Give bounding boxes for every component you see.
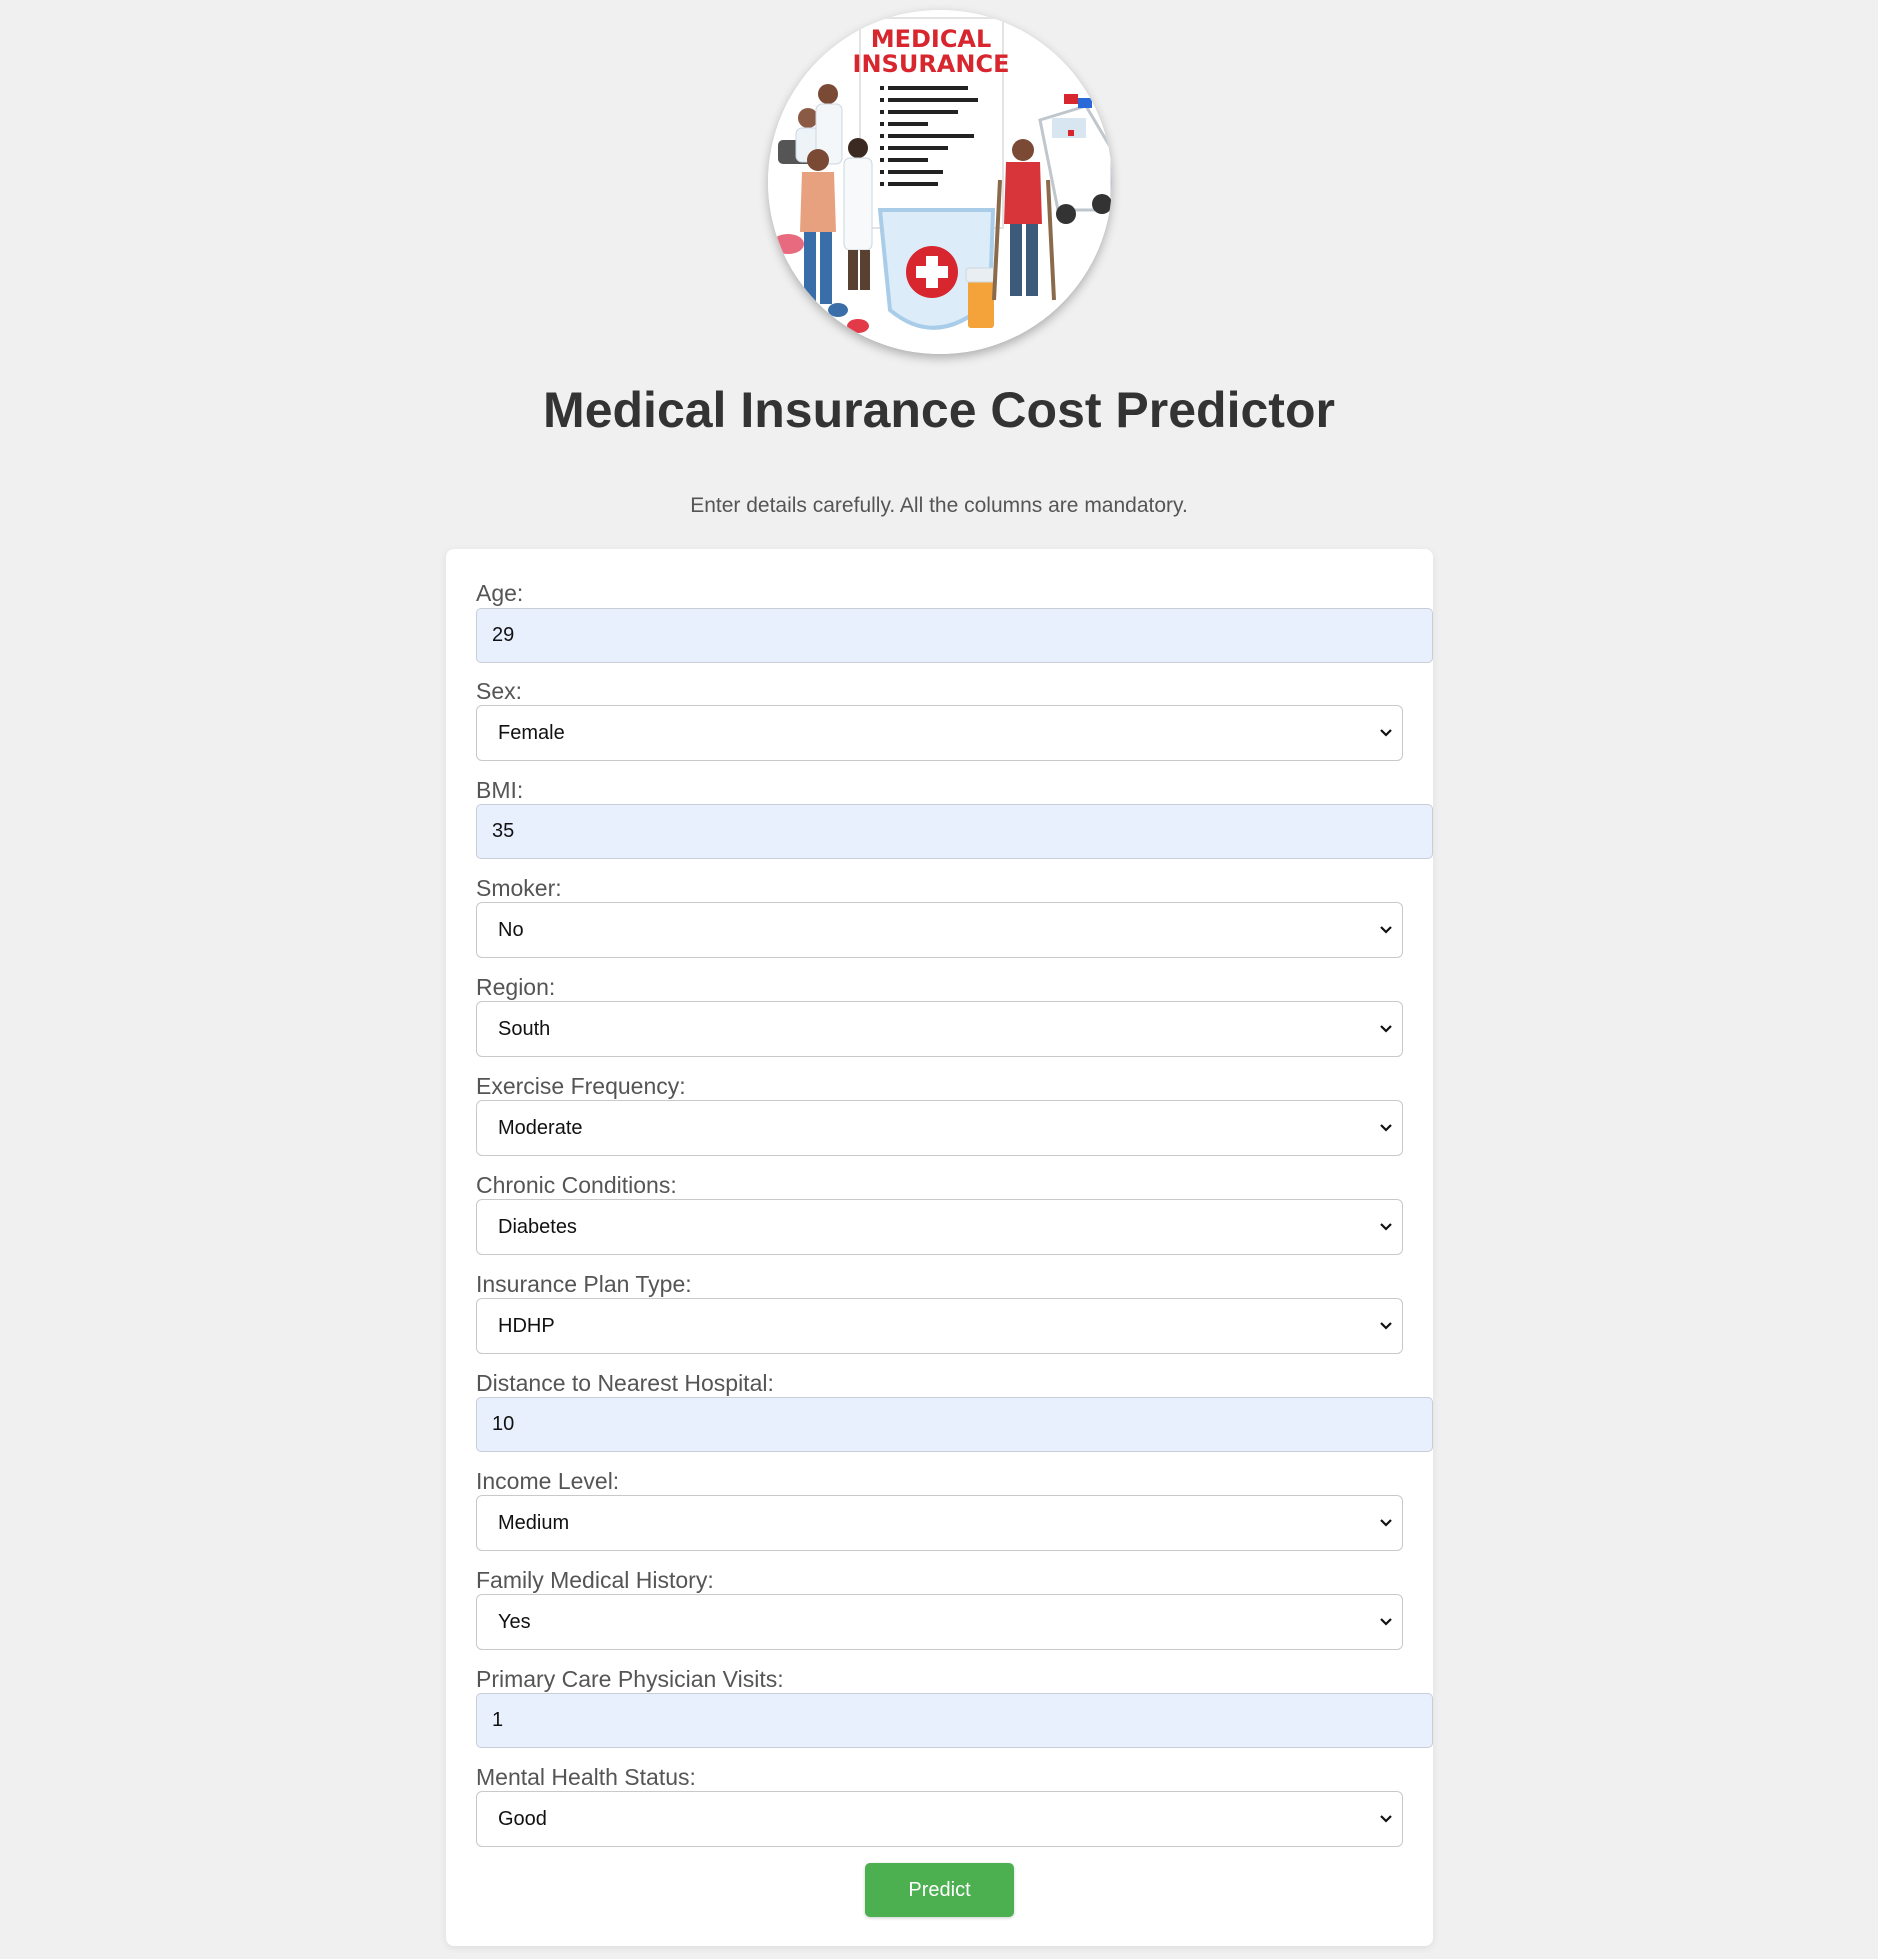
bmi-label: BMI: <box>476 777 524 803</box>
medical-insurance-logo: MEDICAL INSURANCE <box>768 10 1112 354</box>
income-level-select[interactable]: Medium <box>476 1495 1403 1551</box>
chevron-down-icon <box>1380 1322 1392 1330</box>
predict-button[interactable]: Predict <box>865 1863 1014 1917</box>
sex-label: Sex: <box>476 678 523 704</box>
region-label: Region: <box>476 974 556 1000</box>
insurance-plan-type-selected-value: HDHP <box>498 1315 555 1337</box>
logo-text-line1: MEDICAL <box>871 25 992 53</box>
prediction-form: Age: Sex: Female BMI: Smoker: No Region:… <box>446 549 1433 1946</box>
physician-visits-input[interactable] <box>476 1693 1433 1748</box>
page: MEDICAL INSURANCE Medical Insurance Cost… <box>0 0 1878 1959</box>
physician-visits-label: Primary Care Physician Visits: <box>476 1666 784 1692</box>
sex-select[interactable]: Female <box>476 705 1403 761</box>
chevron-down-icon <box>1380 1519 1392 1527</box>
insurance-plan-type-select[interactable]: HDHP <box>476 1298 1403 1354</box>
chevron-down-icon <box>1380 1223 1392 1231</box>
smoker-select[interactable]: No <box>476 902 1403 958</box>
chevron-down-icon <box>1380 1025 1392 1033</box>
chronic-conditions-selected-value: Diabetes <box>498 1216 577 1238</box>
logo-illustration: MEDICAL INSURANCE <box>768 10 1112 354</box>
age-input[interactable] <box>476 608 1433 663</box>
chevron-down-icon <box>1380 926 1392 934</box>
age-label: Age: <box>476 580 524 606</box>
mental-health-status-selected-value: Good <box>498 1808 547 1830</box>
page-subtitle: Enter details carefully. All the columns… <box>690 494 1188 517</box>
page-title: Medical Insurance Cost Predictor <box>543 382 1335 438</box>
chronic-conditions-label: Chronic Conditions: <box>476 1172 677 1198</box>
chronic-conditions-select[interactable]: Diabetes <box>476 1199 1403 1255</box>
smoker-selected-value: No <box>498 919 524 941</box>
chevron-down-icon <box>1380 1815 1392 1823</box>
sex-selected-value: Female <box>498 722 565 744</box>
exercise-frequency-select[interactable]: Moderate <box>476 1100 1403 1156</box>
family-medical-history-label: Family Medical History: <box>476 1567 714 1593</box>
family-medical-history-select[interactable]: Yes <box>476 1594 1403 1650</box>
exercise-frequency-label: Exercise Frequency: <box>476 1073 686 1099</box>
family-medical-history-selected-value: Yes <box>498 1611 531 1633</box>
mental-health-status-label: Mental Health Status: <box>476 1764 696 1790</box>
exercise-frequency-selected-value: Moderate <box>498 1117 583 1139</box>
chevron-down-icon <box>1380 1618 1392 1626</box>
insurance-plan-type-label: Insurance Plan Type: <box>476 1271 692 1297</box>
income-level-label: Income Level: <box>476 1468 620 1494</box>
chevron-down-icon <box>1380 1124 1392 1132</box>
region-selected-value: South <box>498 1018 551 1040</box>
bmi-input[interactable] <box>476 804 1433 859</box>
region-select[interactable]: South <box>476 1001 1403 1057</box>
logo-text-line2: INSURANCE <box>853 50 1010 78</box>
distance-input[interactable] <box>476 1397 1433 1452</box>
mental-health-status-select[interactable]: Good <box>476 1791 1403 1847</box>
smoker-label: Smoker: <box>476 875 562 901</box>
chevron-down-icon <box>1380 729 1392 737</box>
distance-label: Distance to Nearest Hospital: <box>476 1370 774 1396</box>
income-level-selected-value: Medium <box>498 1512 570 1534</box>
